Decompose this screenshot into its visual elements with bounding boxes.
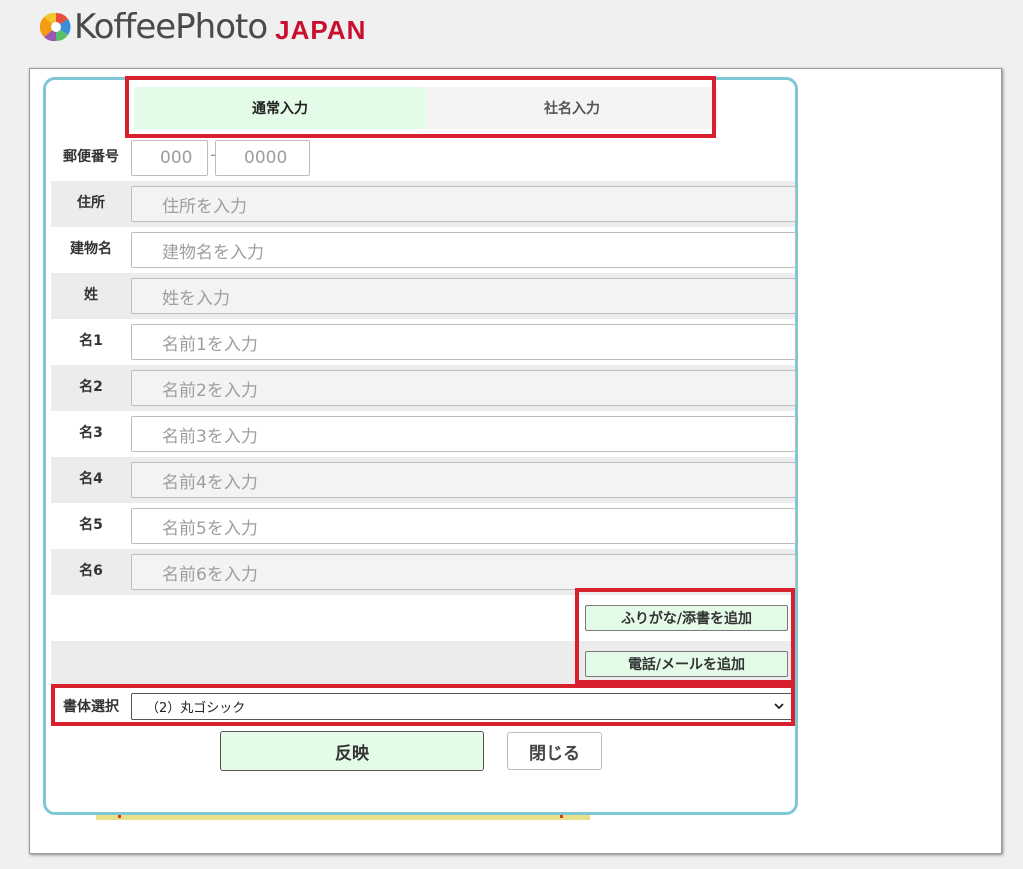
app-root: KoffeePhoto JAPAN 通常入力 社名入力 郵便番号 000 - 0…	[0, 0, 1023, 869]
name1-row: 名1 名前1を入力	[51, 319, 796, 365]
address-input-modal: 通常入力 社名入力 郵便番号 000 - 0000 住所 住所を入力 建物名 建…	[43, 76, 798, 815]
add-furigana-row: ふりがな/添書を追加	[51, 595, 795, 641]
postal-code-row: 郵便番号 000 - 0000	[51, 135, 795, 181]
name3-input[interactable]: 名前3を入力	[131, 416, 796, 452]
name5-label: 名5	[79, 517, 103, 533]
name4-input[interactable]: 名前4を入力	[131, 462, 796, 498]
name3-label: 名3	[79, 425, 103, 441]
add-furigana-button[interactable]: ふりがな/添書を追加	[585, 605, 788, 631]
postal-code-second-input[interactable]: 0000	[215, 140, 310, 176]
postal-code-first-input[interactable]: 000	[131, 140, 208, 176]
building-input[interactable]: 建物名を入力	[131, 232, 796, 268]
brand-region: JAPAN	[275, 14, 367, 45]
name4-label: 名4	[79, 471, 103, 487]
apply-button[interactable]: 反映	[220, 731, 484, 771]
tab-company-input[interactable]: 社名入力	[426, 87, 718, 129]
address-label: 住所	[77, 195, 105, 211]
tab-normal-input[interactable]: 通常入力	[134, 87, 426, 129]
name5-row: 名5 名前5を入力	[51, 503, 796, 549]
name1-label: 名1	[79, 333, 103, 349]
brand-logo: KoffeePhoto JAPAN	[40, 7, 367, 47]
name6-row: 名6 名前6を入力	[51, 549, 796, 595]
name2-input[interactable]: 名前2を入力	[131, 370, 796, 406]
name5-input[interactable]: 名前5を入力	[131, 508, 796, 544]
surname-input[interactable]: 姓を入力	[131, 278, 796, 314]
font-select-value: （2）丸ゴシック	[146, 701, 246, 716]
address-row: 住所 住所を入力	[51, 181, 796, 227]
input-mode-tabs: 通常入力 社名入力	[134, 87, 718, 129]
add-contact-button[interactable]: 電話/メールを追加	[585, 651, 788, 677]
font-select-row: 書体選択 （2）丸ゴシック	[51, 687, 795, 729]
name4-row: 名4 名前4を入力	[51, 457, 796, 503]
form-rows: 郵便番号 000 - 0000 住所 住所を入力 建物名 建物名を入力 姓 姓を…	[51, 135, 796, 729]
font-select-dropdown[interactable]: （2）丸ゴシック	[131, 693, 793, 720]
building-row: 建物名 建物名を入力	[51, 227, 796, 273]
surname-row: 姓 姓を入力	[51, 273, 796, 319]
koffee-logo-icon	[40, 12, 71, 42]
name3-row: 名3 名前3を入力	[51, 411, 796, 457]
building-label: 建物名	[70, 241, 112, 257]
name2-label: 名2	[79, 379, 103, 395]
chevron-down-icon	[774, 703, 784, 710]
brand-wordmark: KoffeePhoto	[74, 7, 268, 47]
tab-label: 通常入力	[252, 101, 308, 117]
name1-input[interactable]: 名前1を入力	[131, 324, 796, 360]
name6-input[interactable]: 名前6を入力	[131, 554, 796, 590]
close-button[interactable]: 閉じる	[507, 732, 602, 770]
tab-label: 社名入力	[544, 101, 600, 117]
add-contact-row: 電話/メールを追加	[51, 641, 795, 687]
address-input[interactable]: 住所を入力	[131, 186, 796, 222]
postal-code-label: 郵便番号	[63, 149, 119, 165]
name2-row: 名2 名前2を入力	[51, 365, 796, 411]
name6-label: 名6	[79, 563, 103, 579]
font-select-label: 書体選択	[63, 699, 119, 715]
surname-label: 姓	[84, 287, 98, 303]
